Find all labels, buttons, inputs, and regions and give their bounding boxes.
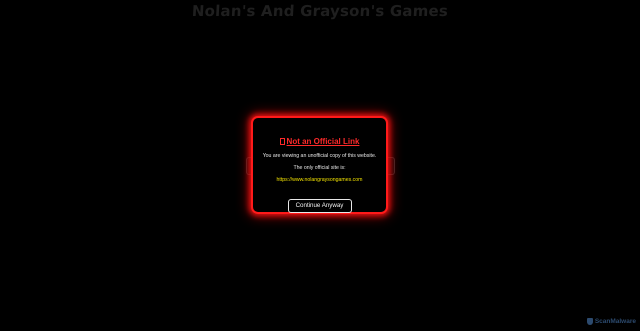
official-site-link[interactable]: https://www.nolangraysongames.com xyxy=(253,177,386,183)
page: Nolan's And Grayson's Games Not an Offic… xyxy=(0,0,640,331)
shield-icon xyxy=(586,318,593,325)
scanmalware-label: ScanMalware xyxy=(594,318,636,325)
warning-icon xyxy=(279,138,285,145)
site-title: Nolan's And Grayson's Games xyxy=(191,2,449,20)
modal-title: Not an Official Link xyxy=(279,137,360,146)
unofficial-warning-modal: Not an Official Link You are viewing an … xyxy=(251,116,388,214)
modal-title-text: Not an Official Link xyxy=(286,137,360,146)
modal-official-site-label: The only official site is: xyxy=(293,165,346,171)
background-element-right xyxy=(388,157,395,175)
continue-anyway-button[interactable]: Continue Anyway xyxy=(287,199,352,213)
scanmalware-badge[interactable]: ScanMalware xyxy=(586,318,636,325)
modal-message: You are viewing an unofficial copy of th… xyxy=(262,153,377,159)
